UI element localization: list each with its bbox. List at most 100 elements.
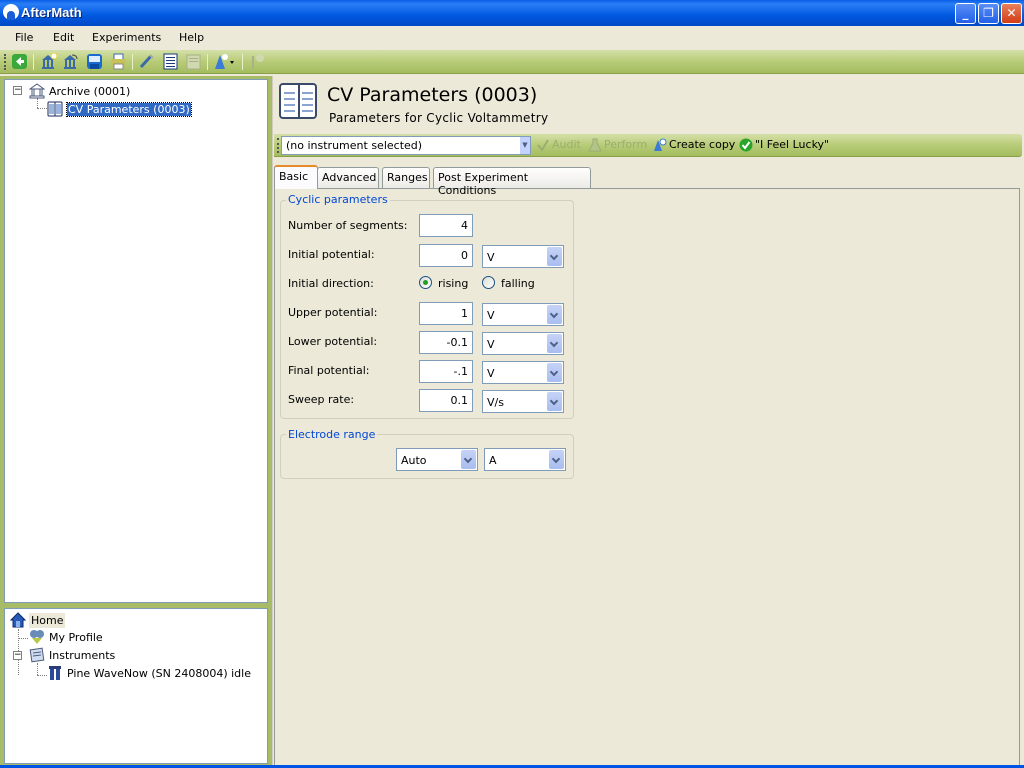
title-bar: AfterMath _ ❐ ✕ bbox=[0, 0, 1024, 26]
open-archive-icon[interactable] bbox=[62, 53, 79, 70]
tab-basic[interactable]: Basic bbox=[274, 165, 318, 189]
chevron-down-icon[interactable] bbox=[547, 305, 562, 324]
close-button[interactable]: ✕ bbox=[1001, 3, 1022, 24]
restore-button[interactable]: ❐ bbox=[978, 3, 999, 24]
menu-file[interactable]: File bbox=[15, 31, 33, 44]
instruments-icon bbox=[29, 647, 45, 663]
aftermath-logo-icon bbox=[3, 4, 19, 20]
toolbar-separator bbox=[33, 54, 34, 70]
tree-node-label: Archive (0001) bbox=[49, 85, 131, 98]
toolbar-separator bbox=[207, 54, 208, 70]
menu-edit[interactable]: Edit bbox=[53, 31, 74, 44]
feel-lucky-button[interactable]: "I Feel Lucky" bbox=[739, 138, 829, 152]
chevron-down-icon[interactable] bbox=[547, 392, 562, 411]
tree-node-label: Home bbox=[29, 613, 66, 628]
create-copy-button[interactable]: Create copy bbox=[653, 138, 735, 152]
chevron-down-icon[interactable] bbox=[549, 450, 564, 469]
unit-value: V/s bbox=[487, 396, 504, 409]
page-title: CV Parameters (0003) bbox=[327, 84, 538, 106]
menu-help[interactable]: Help bbox=[179, 31, 204, 44]
initial-potential-input[interactable]: 0 bbox=[419, 244, 473, 267]
direction-rising-label[interactable]: rising bbox=[438, 277, 468, 290]
collapse-archive-toggle[interactable]: − bbox=[13, 86, 22, 95]
tab-ranges[interactable]: Ranges bbox=[382, 167, 430, 188]
new-archive-icon[interactable] bbox=[40, 53, 57, 70]
feel-lucky-label: "I Feel Lucky" bbox=[755, 138, 830, 151]
archive-tree-panel: − Archive (0001) CV Parameters (0003) bbox=[4, 79, 268, 603]
edit-icon[interactable] bbox=[138, 53, 155, 70]
parameters-book-icon bbox=[47, 101, 63, 117]
menu-experiments[interactable]: Experiments bbox=[92, 31, 161, 44]
main-toolbar bbox=[0, 50, 1024, 74]
green-check-icon bbox=[739, 138, 753, 152]
unit-value: V bbox=[487, 251, 495, 264]
toolbar-grip[interactable] bbox=[277, 138, 279, 153]
electrode-range-title: Electrode range bbox=[286, 428, 378, 441]
initial-potential-label: Initial potential: bbox=[288, 248, 375, 261]
direction-falling-radio[interactable] bbox=[482, 276, 495, 289]
tab-advanced[interactable]: Advanced bbox=[317, 167, 379, 188]
save-icon[interactable] bbox=[86, 53, 103, 70]
final-potential-input[interactable]: -.1 bbox=[419, 360, 473, 383]
wizard-dropdown-icon[interactable] bbox=[213, 53, 237, 70]
unit-value: V bbox=[487, 338, 495, 351]
sweep-rate-unit-select[interactable]: V/s bbox=[482, 390, 564, 413]
lower-potential-unit-select[interactable]: V bbox=[482, 332, 564, 355]
home-tree-panel: Home My Profile − Instruments Pine WaveN… bbox=[4, 608, 268, 764]
instrument-icon bbox=[49, 666, 61, 680]
lower-potential-input[interactable]: -0.1 bbox=[419, 331, 473, 354]
print-icon[interactable] bbox=[110, 53, 127, 70]
electrode-range-mode-select[interactable]: Auto bbox=[396, 448, 478, 471]
toolbar-separator bbox=[242, 54, 243, 70]
range-mode-value: Auto bbox=[401, 454, 427, 467]
home-icon bbox=[10, 612, 26, 628]
create-copy-icon bbox=[654, 138, 667, 151]
initial-direction-label: Initial direction: bbox=[288, 277, 374, 290]
final-potential-label: Final potential: bbox=[288, 364, 370, 377]
segments-input[interactable]: 4 bbox=[419, 214, 473, 237]
collapse-instruments-toggle[interactable]: − bbox=[13, 651, 22, 660]
audit-label: Audit bbox=[552, 138, 581, 151]
minimize-button[interactable]: _ bbox=[955, 3, 976, 24]
window-title: AfterMath bbox=[21, 5, 82, 20]
back-icon[interactable] bbox=[11, 53, 28, 70]
tree-line bbox=[37, 663, 38, 675]
upper-potential-input[interactable]: 1 bbox=[419, 302, 473, 325]
profile-icon bbox=[30, 630, 44, 644]
instrument-select-value: (no instrument selected) bbox=[286, 139, 423, 152]
chevron-down-icon[interactable] bbox=[547, 334, 562, 353]
toolbar-separator bbox=[132, 54, 133, 70]
sweep-rate-label: Sweep rate: bbox=[288, 393, 355, 406]
tree-node-label: Pine WaveNow (SN 2408004) idle bbox=[67, 667, 251, 680]
chevron-down-icon[interactable]: ▼ bbox=[520, 137, 530, 154]
direction-falling-label[interactable]: falling bbox=[501, 277, 535, 290]
tree-node-label: Instruments bbox=[49, 649, 116, 662]
cyclic-parameters-title: Cyclic parameters bbox=[286, 193, 390, 206]
tab-post-experiment-conditions[interactable]: Post Experiment Conditions bbox=[433, 167, 591, 197]
initial-potential-unit-select[interactable]: V bbox=[482, 245, 564, 268]
toolbar-grip[interactable] bbox=[4, 54, 6, 70]
copy-icon[interactable] bbox=[162, 53, 179, 70]
chevron-down-icon[interactable] bbox=[547, 363, 562, 382]
lower-potential-label: Lower potential: bbox=[288, 335, 378, 348]
archive-icon bbox=[29, 83, 45, 99]
tree-line bbox=[37, 108, 47, 109]
chevron-down-icon[interactable] bbox=[547, 247, 562, 266]
final-potential-unit-select[interactable]: V bbox=[482, 361, 564, 384]
unit-value: V bbox=[487, 367, 495, 380]
paste-icon[interactable] bbox=[185, 53, 202, 70]
sweep-rate-input[interactable]: 0.1 bbox=[419, 389, 473, 412]
tree-node-label: CV Parameters (0003) bbox=[66, 102, 192, 117]
perform-label: Perform bbox=[604, 138, 648, 151]
page-subtitle: Parameters for Cyclic Voltammetry bbox=[329, 111, 549, 125]
direction-rising-radio[interactable] bbox=[419, 276, 432, 289]
tree-line bbox=[37, 675, 47, 676]
upper-potential-unit-select[interactable]: V bbox=[482, 303, 564, 326]
unit-value: V bbox=[487, 309, 495, 322]
instrument-select[interactable]: (no instrument selected) ▼ bbox=[281, 136, 531, 155]
perform-button: Perform bbox=[588, 138, 647, 152]
electrode-range-unit-select[interactable]: A bbox=[484, 448, 566, 471]
chevron-down-icon[interactable] bbox=[461, 450, 476, 469]
audit-icon bbox=[537, 139, 549, 152]
parameters-book-icon bbox=[279, 83, 317, 119]
